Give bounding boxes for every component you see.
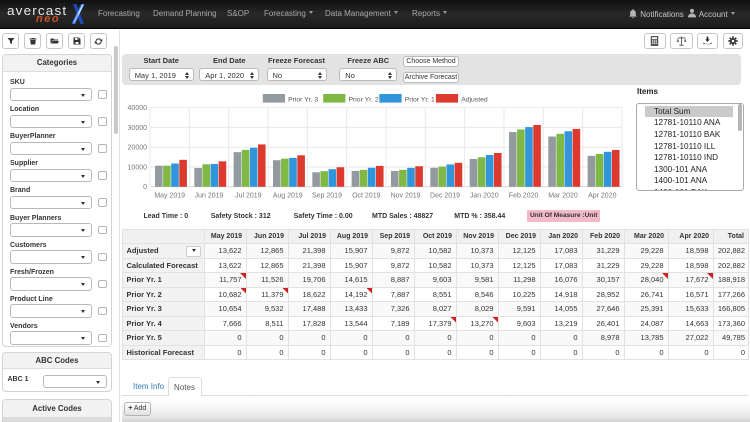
svg-text:Jun 2019: Jun 2019 [195,193,224,200]
svg-text:Aug 2019: Aug 2019 [273,193,303,200]
svg-text:40000: 40000 [128,105,148,112]
svg-text:Apr 2020: Apr 2020 [588,193,617,200]
svg-text:Prior Yr. 2: Prior Yr. 2 [349,96,379,103]
svg-text:Sep 2019: Sep 2019 [312,193,342,200]
svg-text:Jul 2019: Jul 2019 [235,193,262,200]
svg-text:Mar 2020: Mar 2020 [548,193,578,200]
svg-text:30000: 30000 [128,125,148,132]
svg-text:Adjusted: Adjusted [461,96,488,103]
svg-text:Nov 2019: Nov 2019 [391,193,421,200]
svg-text:Jan 2020: Jan 2020 [470,193,499,200]
svg-text:Prior Yr. 3: Prior Yr. 3 [288,96,318,103]
svg-text:0: 0 [143,184,147,191]
svg-text:Dec 2019: Dec 2019 [430,193,460,200]
svg-text:10000: 10000 [128,164,148,171]
svg-text:Oct 2019: Oct 2019 [352,193,381,200]
svg-text:20000: 20000 [128,145,148,152]
svg-text:May 2019: May 2019 [154,193,185,200]
svg-text:Prior Yr. 1: Prior Yr. 1 [405,96,435,103]
svg-text:Feb 2020: Feb 2020 [509,193,539,200]
